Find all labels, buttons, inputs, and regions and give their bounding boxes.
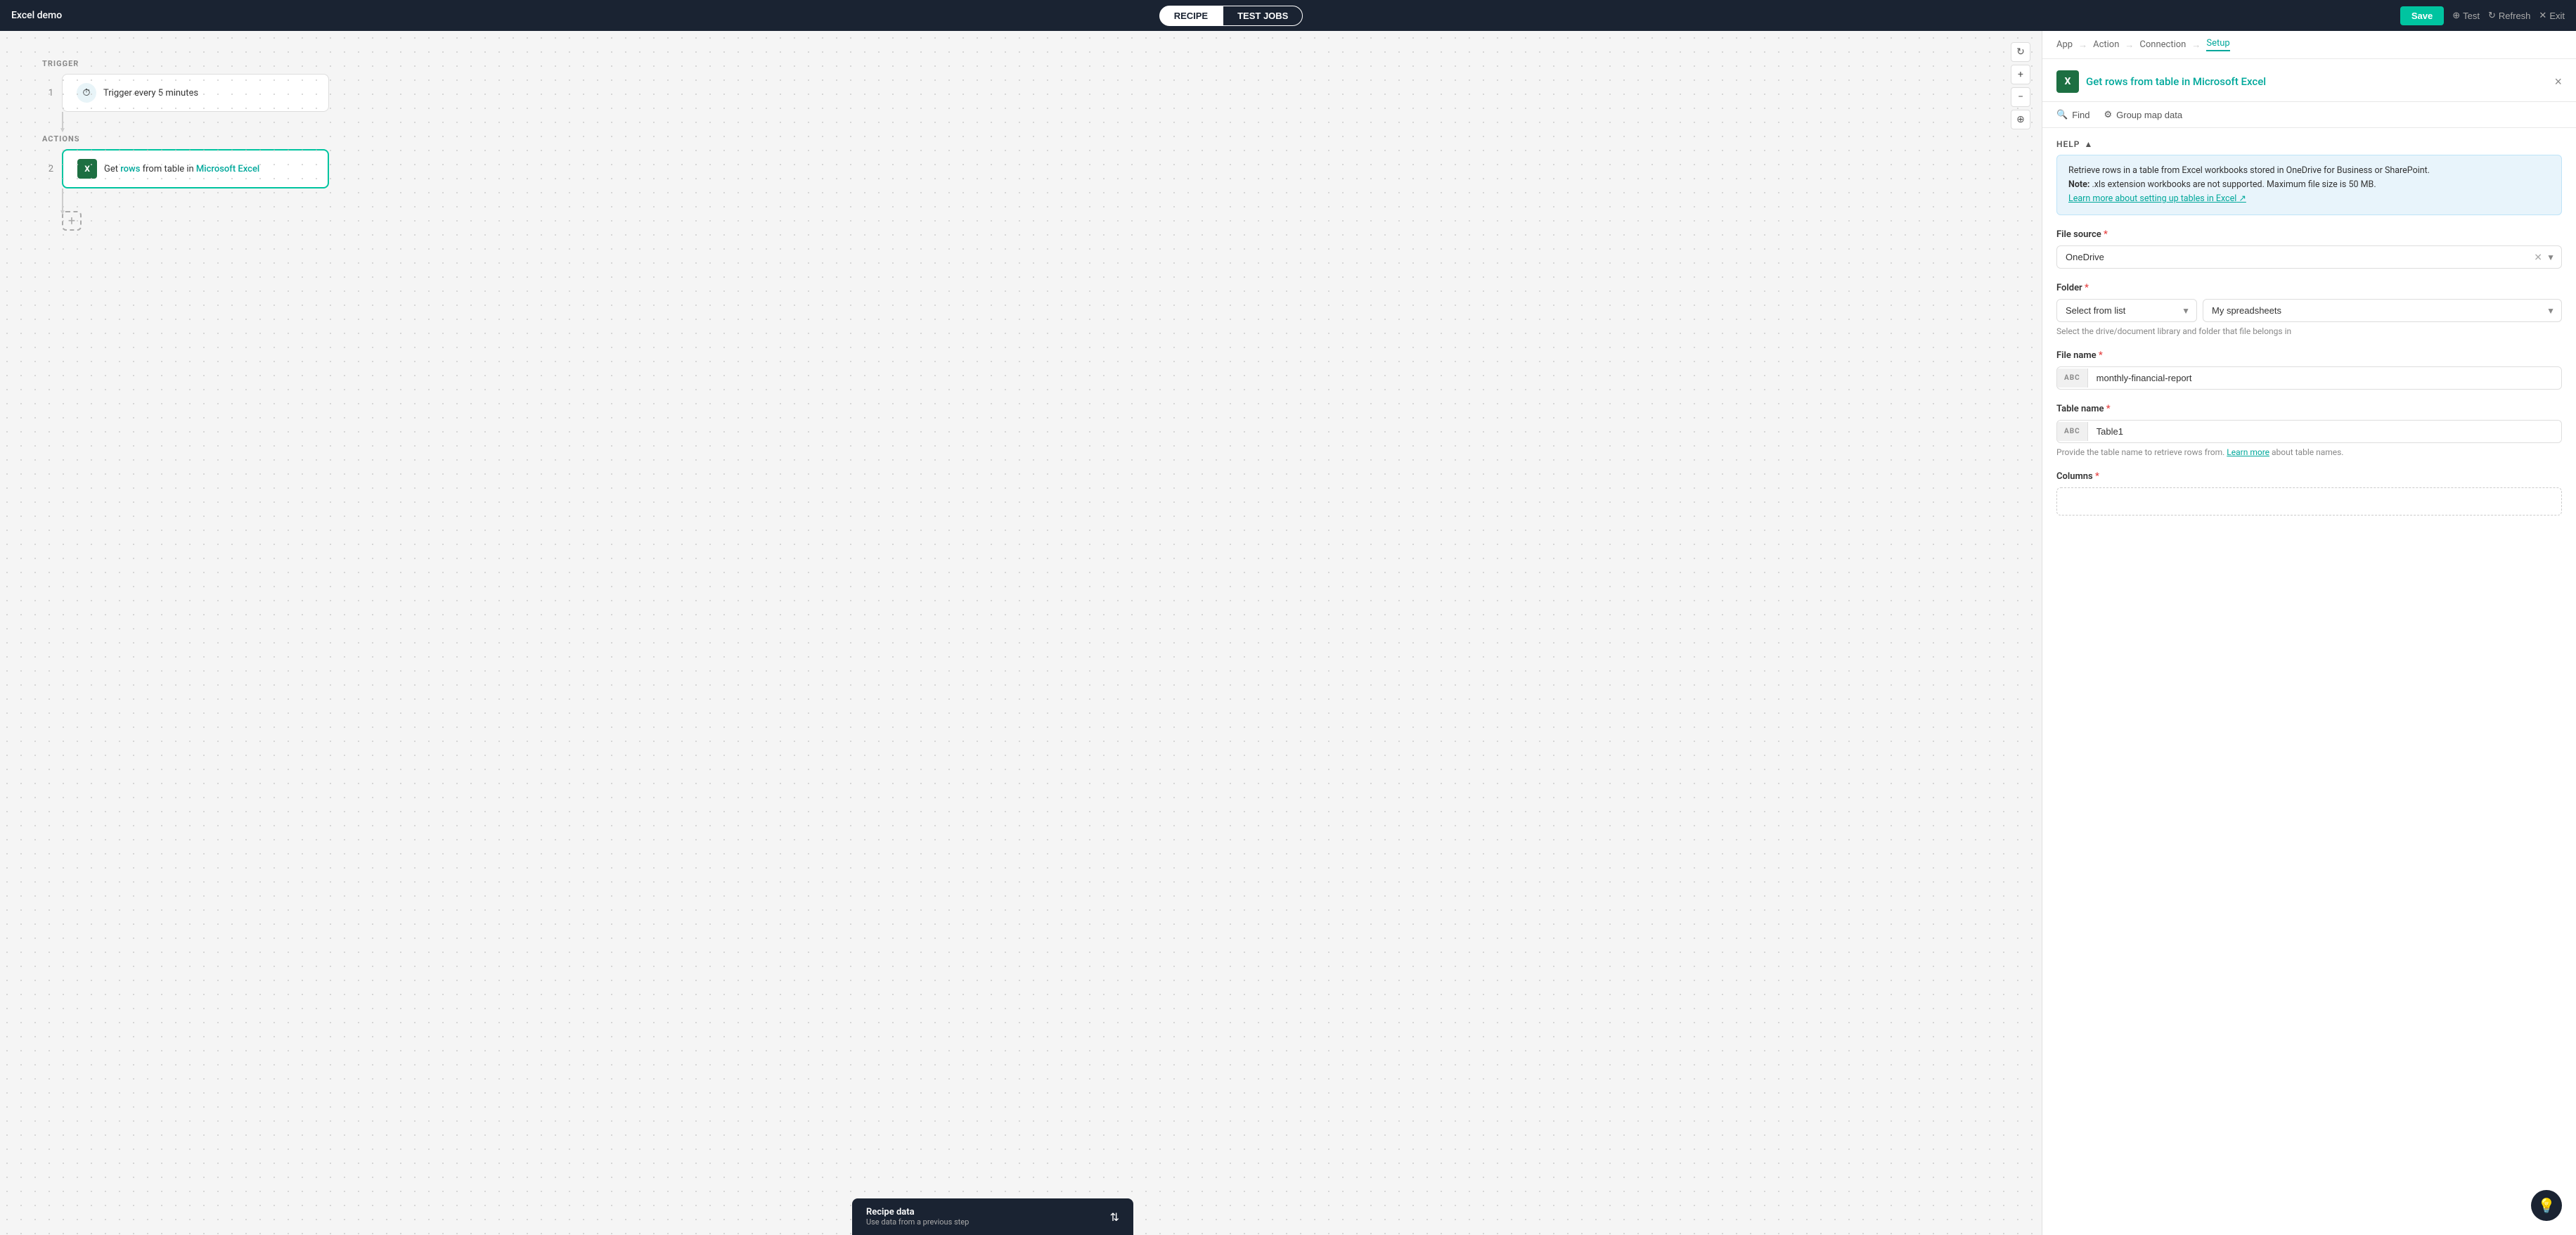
app-title: Excel demo [11, 10, 62, 21]
refresh-button[interactable]: ↻ Refresh [2488, 10, 2530, 21]
group-map-icon: ⚙ [2104, 109, 2112, 120]
columns-field: Columns * [2056, 471, 2562, 516]
file-source-select-wrapper: OneDrive SharePoint ✕ ▼ [2056, 245, 2562, 269]
help-toggle[interactable]: HELP ▲ [2056, 139, 2562, 149]
folder-row: Select from list ▼ My spreadsheets ▼ [2056, 299, 2562, 322]
folder-value-select[interactable]: My spreadsheets [2203, 299, 2562, 322]
canvas-refresh-icon: ↻ [2016, 46, 2025, 58]
panel-excel-icon: X [2056, 70, 2079, 93]
canvas-refresh-button[interactable]: ↻ [2011, 42, 2030, 62]
fit-icon: ⊕ [2016, 114, 2025, 125]
search-icon: 🔍 [2056, 109, 2068, 120]
folder-hint: Select the drive/document library and fo… [2056, 326, 2562, 336]
panel-close-button[interactable]: × [2554, 75, 2562, 89]
folder-label: Folder * [2056, 283, 2562, 293]
file-name-badge: ABC [2057, 369, 2088, 388]
help-section: HELP ▲ Retrieve rows in a table from Exc… [2056, 139, 2562, 215]
breadcrumb: App → Action → Connection → Setup [2042, 31, 2576, 59]
required-marker-4: * [2106, 404, 2111, 414]
nav-action[interactable]: Action [2093, 39, 2119, 50]
file-source-field: File source * OneDrive SharePoint ✕ ▼ [2056, 229, 2562, 269]
connector-2 [62, 188, 63, 211]
canvas-zoom-out-button[interactable]: − [2011, 87, 2030, 107]
recipe-data-expand-icon[interactable]: ⇅ [1110, 1210, 1119, 1224]
panel-toolbar: 🔍 Find ⚙ Group map data [2042, 102, 2576, 128]
refresh-icon: ↻ [2488, 10, 2496, 21]
recipe-data-title: Recipe data [866, 1207, 969, 1217]
file-name-input-wrapper: ABC [2056, 366, 2562, 390]
nav-arrow-3: → [2191, 39, 2201, 51]
tab-recipe[interactable]: RECIPE [1159, 6, 1223, 26]
panel-header: X Get rows from table in Microsoft Excel… [2042, 59, 2576, 102]
chevron-up-icon: ▲ [2084, 139, 2093, 149]
zoom-in-icon: + [2018, 69, 2023, 80]
file-name-label: File name * [2056, 350, 2562, 361]
recipe-data-text: Recipe data Use data from a previous ste… [866, 1207, 969, 1227]
topbar: Excel demo RECIPE TEST JOBS Save ⊕ Test … [0, 0, 2576, 31]
help-text: Retrieve rows in a table from Excel work… [2068, 164, 2550, 192]
tab-switcher: RECIPE TEST JOBS [1159, 6, 1303, 26]
file-name-input[interactable] [2088, 367, 2561, 389]
required-marker-2: * [2085, 283, 2089, 293]
required-marker: * [2104, 229, 2108, 240]
canvas-fit-button[interactable]: ⊕ [2011, 110, 2030, 129]
nav-app[interactable]: App [2056, 39, 2073, 50]
panel-header-left: X Get rows from table in Microsoft Excel [2056, 70, 2266, 93]
file-source-clear-button[interactable]: ✕ [2534, 251, 2542, 263]
canvas-zoom-in-button[interactable]: + [2011, 65, 2030, 84]
table-name-hint-link[interactable]: Learn more [2227, 447, 2269, 457]
test-button[interactable]: ⊕ Test [2452, 10, 2480, 21]
nav-arrow-2: → [2125, 39, 2134, 51]
columns-drop-area[interactable] [2056, 487, 2562, 516]
folder-select-small-wrapper: Select from list ▼ [2056, 299, 2197, 322]
required-marker-5: * [2095, 471, 2099, 482]
table-name-badge: ABC [2057, 422, 2088, 441]
connector-1 [62, 112, 63, 129]
plus-icon: ⊕ [2452, 10, 2460, 21]
tab-test-jobs[interactable]: TEST JOBS [1223, 6, 1303, 26]
table-name-input[interactable] [2088, 421, 2561, 442]
find-button[interactable]: 🔍 Find [2056, 109, 2089, 120]
nav-connection[interactable]: Connection [2139, 39, 2186, 50]
nav-arrow-1: → [2078, 39, 2087, 51]
nav-setup[interactable]: Setup [2206, 38, 2229, 51]
columns-label: Columns * [2056, 471, 2562, 482]
help-box: Retrieve rows in a table from Excel work… [2056, 155, 2562, 215]
recipe-data-panel[interactable]: Recipe data Use data from a previous ste… [852, 1198, 1133, 1235]
main-layout: TRIGGER 1 ⏱ Trigger every 5 minutes ACTI… [0, 31, 2576, 1235]
lightbulb-icon: 💡 [2538, 1197, 2556, 1214]
table-name-field: Table name * ABC Provide the table name … [2056, 404, 2562, 457]
file-source-select[interactable]: OneDrive SharePoint [2056, 245, 2562, 269]
save-button[interactable]: Save [2400, 6, 2444, 25]
required-marker-3: * [2099, 350, 2103, 361]
help-link[interactable]: Learn more about setting up tables in Ex… [2068, 193, 2246, 204]
folder-field: Folder * Select from list ▼ My spreadshe… [2056, 283, 2562, 336]
group-map-button[interactable]: ⚙ Group map data [2104, 109, 2182, 120]
panel-content: HELP ▲ Retrieve rows in a table from Exc… [2042, 128, 2576, 1235]
table-name-input-wrapper: ABC [2056, 420, 2562, 443]
folder-value-select-wrapper: My spreadsheets ▼ [2203, 299, 2562, 322]
recipe-data-subtitle: Use data from a previous step [866, 1217, 969, 1227]
file-name-field: File name * ABC [2056, 350, 2562, 390]
table-name-label: Table name * [2056, 404, 2562, 414]
exit-button[interactable]: ✕ Exit [2539, 10, 2565, 21]
zoom-out-icon: − [2018, 91, 2023, 103]
folder-type-select[interactable]: Select from list [2056, 299, 2197, 322]
canvas-controls: ↻ + − ⊕ [2011, 42, 2030, 129]
topbar-actions: Save ⊕ Test ↻ Refresh ✕ Exit [2400, 6, 2565, 25]
canvas: TRIGGER 1 ⏱ Trigger every 5 minutes ACTI… [0, 31, 2042, 1235]
canvas-background [0, 31, 2042, 1235]
table-name-hint: Provide the table name to retrieve rows … [2056, 447, 2562, 457]
file-source-label: File source * [2056, 229, 2562, 240]
help-fab-button[interactable]: 💡 [2531, 1190, 2562, 1221]
right-panel: App → Action → Connection → Setup X Get … [2042, 31, 2576, 1235]
panel-header-title: Get rows from table in Microsoft Excel [2086, 75, 2266, 88]
close-icon: ✕ [2539, 10, 2546, 21]
